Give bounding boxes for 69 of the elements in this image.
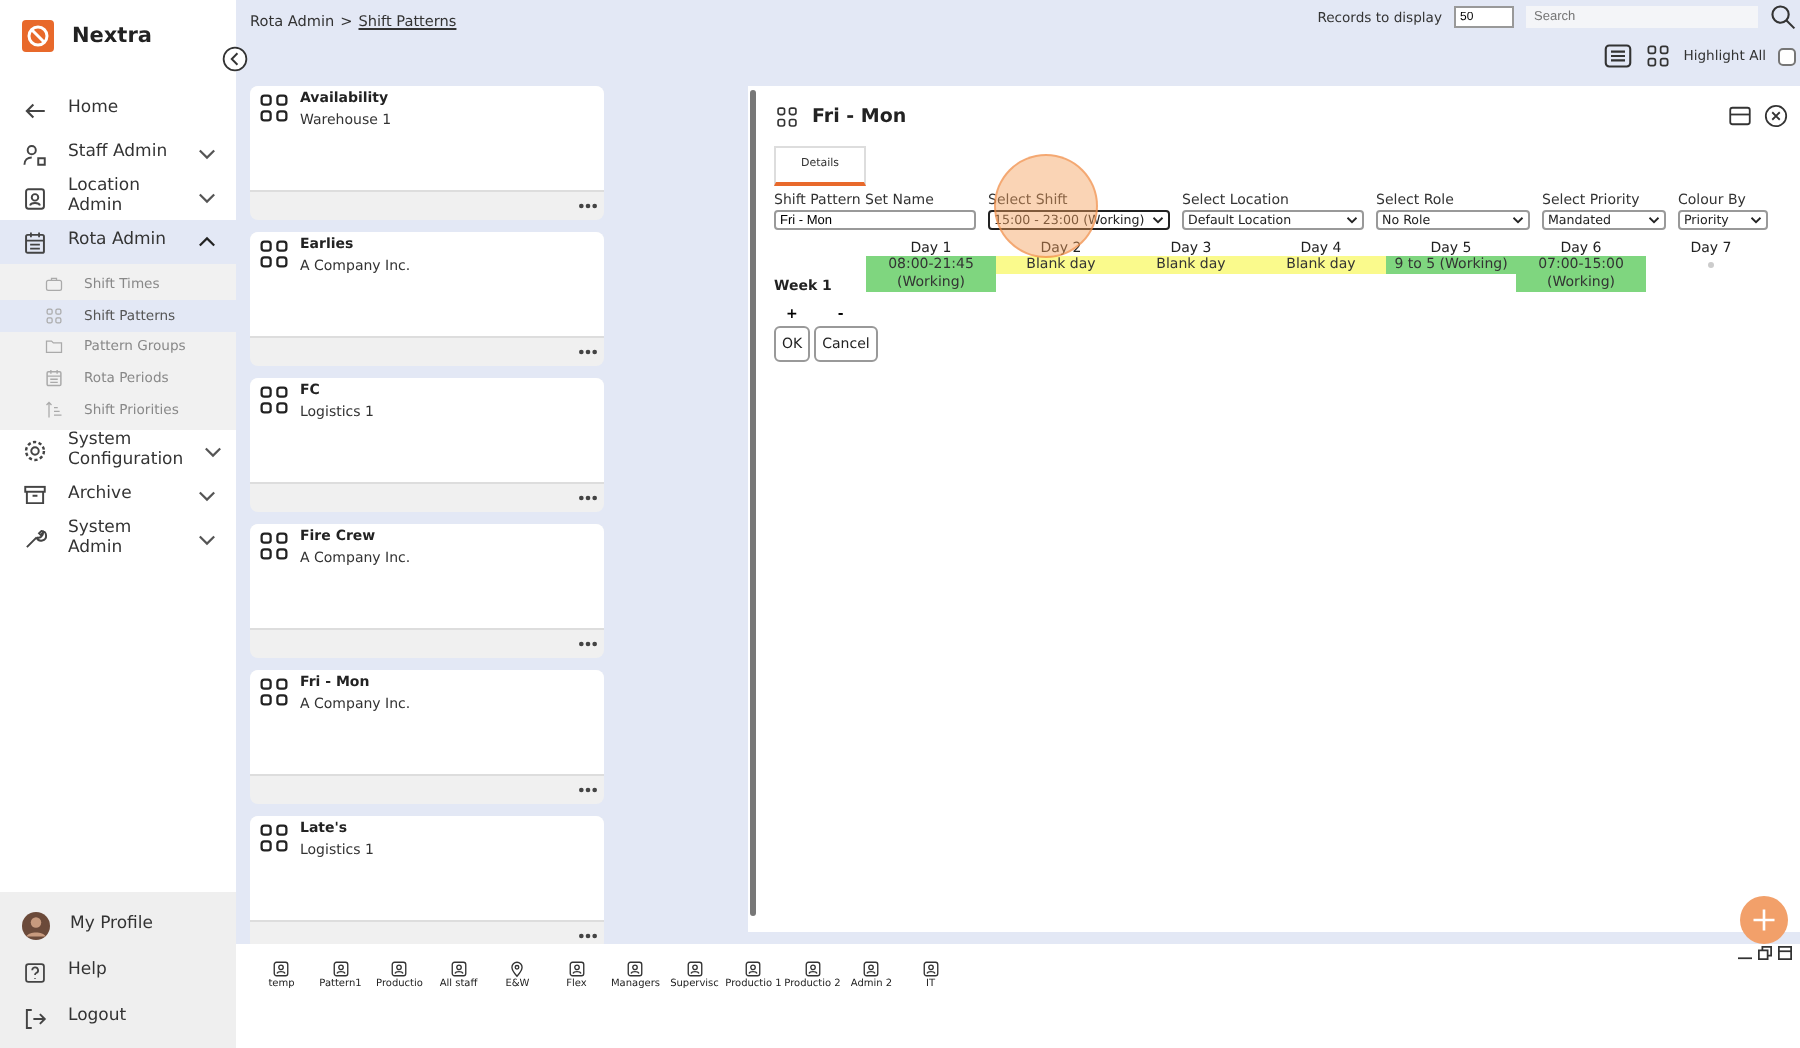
caret-icon [1512,216,1524,224]
footer-item[interactable]: My Profile [0,904,236,948]
person-icon [390,960,409,978]
help-icon [22,959,48,985]
nav-item[interactable]: Archive [0,473,236,518]
nav-item[interactable]: System Configuration [0,429,236,474]
cascade-icon[interactable] [1758,946,1772,960]
grid-icon [256,674,292,710]
nav-item[interactable]: Home [0,88,236,132]
more-options-icon[interactable] [578,786,598,794]
grid-icon [774,103,800,129]
empty-day-dot [1708,262,1714,268]
collapse-sidebar-icon[interactable] [222,46,248,72]
person-icon [803,960,822,978]
footer-item[interactable]: Logout [0,996,236,1040]
caret-icon [1648,216,1660,224]
person-icon [449,960,468,978]
more-options-icon[interactable] [578,202,598,210]
settings-icon [22,438,48,465]
panel-title: Fri - Mon [812,105,907,127]
grid-icon [256,382,292,418]
person-icon [744,960,763,978]
logout-icon [22,1005,48,1031]
grid-icon [256,528,292,564]
caret-icon [1152,216,1164,224]
location-pin-icon [508,960,527,978]
close-icon[interactable] [1764,104,1788,128]
grid-icon [44,305,64,326]
caret-icon [1750,216,1762,224]
calendar-icon [44,368,64,389]
window-icon[interactable] [1728,104,1752,128]
person-icon [272,960,291,978]
caret-icon [1346,216,1358,224]
nav-item[interactable]: Location Admin [0,176,236,220]
person-icon [626,960,645,978]
more-options-icon[interactable] [578,932,598,940]
person-icon [921,960,940,978]
calendar-icon [22,229,48,255]
id-badge-icon [22,185,48,211]
highlight-all-checkbox[interactable] [1778,47,1796,65]
footer-item[interactable]: Help [0,950,236,994]
brand-name: Nextra [72,24,152,48]
sort-icon [44,400,64,421]
nav-item[interactable]: Rota Admin [0,220,236,264]
nav-item[interactable]: System Admin [0,517,236,562]
avatar-icon [22,912,50,940]
person-icon [685,960,704,978]
search-icon[interactable] [1770,4,1796,30]
more-options-icon[interactable] [578,494,598,502]
person-icon [331,960,350,978]
list-view-icon[interactable] [1603,42,1632,70]
more-options-icon[interactable] [578,640,598,648]
archive-box-icon [22,482,48,509]
scrollbar[interactable] [750,90,756,916]
logo-icon [22,20,54,52]
grid-icon [256,90,292,126]
person-icon [862,960,881,978]
people-icon [22,141,48,167]
grid-view-icon[interactable] [1643,42,1672,70]
wrench-icon [22,526,48,553]
folder-icon [44,336,64,357]
grid-icon [256,236,292,272]
grid-icon [256,820,292,856]
maximize-icon[interactable] [1778,946,1792,960]
more-options-icon[interactable] [578,348,598,356]
nav-item[interactable]: Staff Admin [0,132,236,176]
plus-icon [1750,906,1778,934]
person-icon [567,960,586,978]
briefcase-icon [44,273,64,294]
